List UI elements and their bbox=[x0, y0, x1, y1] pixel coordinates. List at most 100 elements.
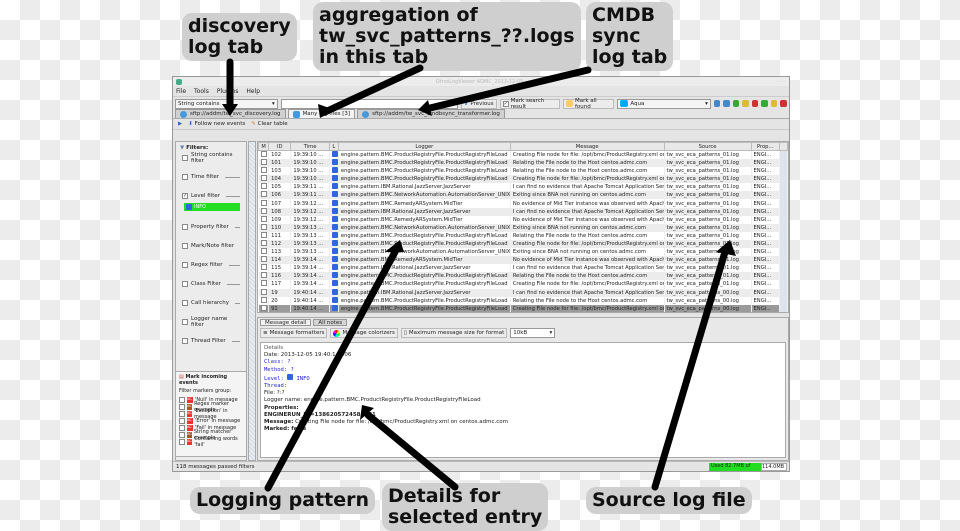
scroll-cell[interactable] bbox=[779, 239, 788, 249]
column-menu-icon[interactable] bbox=[778, 142, 788, 151]
table-row[interactable]: 91 19:40:14 ... engine.pattern.BMC.Product… bbox=[258, 304, 788, 312]
mark-cell[interactable] bbox=[258, 183, 270, 192]
table-row[interactable]: 20 19:40:14 ... engine.pattern.BMC.Product… bbox=[258, 296, 788, 305]
column-header[interactable]: Message bbox=[509, 142, 665, 151]
play-icon[interactable]: ▶ bbox=[178, 121, 182, 127]
table-row[interactable]: 111 19:39:13 ... engine.pattern.BMC.Produc… bbox=[258, 231, 788, 240]
table-row[interactable]: 102 19:39:10 ... engine.pattern.BMC.Produc… bbox=[258, 150, 788, 159]
mark-cell[interactable] bbox=[258, 215, 270, 224]
table-row[interactable]: 106 19:39:11 ... engine.pattern.BMC.Networ… bbox=[258, 191, 788, 200]
checkbox[interactable] bbox=[260, 191, 267, 198]
tab-discovery-log[interactable]: sftp://addm/tw_svc_discovery.log bbox=[175, 109, 286, 118]
sort-yellow-icon[interactable] bbox=[742, 100, 749, 107]
filter-item[interactable]: Time filter bbox=[176, 173, 246, 181]
checkbox[interactable] bbox=[182, 174, 188, 180]
checkbox[interactable] bbox=[260, 248, 267, 255]
column-header[interactable]: ID bbox=[268, 142, 292, 151]
follow-events-button[interactable]: ⬇ Follow new events bbox=[188, 121, 245, 127]
checkbox[interactable] bbox=[260, 280, 267, 287]
mark-cell[interactable] bbox=[258, 175, 270, 184]
checkbox[interactable] bbox=[260, 199, 267, 206]
checkbox[interactable] bbox=[179, 438, 185, 445]
mark-cell[interactable] bbox=[258, 207, 270, 216]
scroll-cell[interactable] bbox=[779, 150, 788, 159]
scroll-cell[interactable] bbox=[779, 256, 788, 265]
scroll-cell[interactable] bbox=[779, 296, 788, 305]
mark-cell[interactable] bbox=[258, 199, 270, 208]
scroll-cell[interactable] bbox=[779, 288, 788, 297]
checkbox[interactable] bbox=[182, 300, 188, 306]
table-row[interactable]: 19 19:40:14 ... engine.pattern.IBM.Rationa… bbox=[258, 288, 788, 297]
mark-all-found-button[interactable]: Mark all found bbox=[563, 98, 615, 110]
filter-item[interactable]: Thread Filter bbox=[176, 337, 246, 345]
color-select[interactable]: Aqua ▾ bbox=[617, 98, 711, 109]
marker-item[interactable]: AC Containing words 'fail' bbox=[176, 436, 246, 448]
mark-cell[interactable] bbox=[258, 288, 270, 297]
filter-item[interactable]: Property filter bbox=[176, 223, 246, 231]
table-row[interactable]: 108 19:39:12 ... engine.pattern.IBM.Ration… bbox=[258, 207, 788, 216]
tab-message-detail[interactable]: Message detail bbox=[260, 319, 312, 326]
checkbox[interactable] bbox=[260, 167, 267, 174]
checkbox[interactable] bbox=[179, 403, 185, 410]
scroll-cell[interactable] bbox=[779, 183, 788, 192]
checkbox[interactable] bbox=[182, 155, 188, 161]
filter-item[interactable]: Mark/Note filter bbox=[176, 242, 246, 250]
marker-item[interactable]: AC 'Error' in message bbox=[176, 417, 246, 424]
table-row[interactable]: 114 19:39:14 ... engine.pattern.BMC.Remedy… bbox=[258, 256, 788, 265]
column-header[interactable]: Logger bbox=[337, 142, 511, 151]
clear-table-button[interactable]: ✎ Clear table bbox=[251, 121, 287, 127]
column-header[interactable]: Time bbox=[290, 142, 330, 151]
table-row[interactable]: 103 19:39:10 ... engine.pattern.BMC.Produc… bbox=[258, 167, 788, 176]
scroll-cell[interactable] bbox=[779, 199, 788, 208]
message-formatters-button[interactable]: ≡ Message formatters bbox=[260, 328, 328, 338]
tab-all-notes[interactable]: All notes bbox=[313, 319, 348, 326]
filter-item[interactable]: String contains filter bbox=[176, 152, 246, 164]
mark-cell[interactable] bbox=[258, 167, 270, 176]
column-header[interactable]: Prop... bbox=[750, 142, 780, 151]
mark-cell[interactable] bbox=[258, 256, 270, 265]
checkbox[interactable] bbox=[179, 431, 185, 438]
checkbox[interactable] bbox=[260, 239, 267, 246]
checkbox[interactable] bbox=[182, 319, 188, 325]
table-row[interactable]: 116 19:39:14 ... engine.pattern.BMC.Produc… bbox=[258, 272, 788, 281]
previous-button[interactable]: ⬆ Previous bbox=[460, 98, 497, 109]
checkbox[interactable] bbox=[182, 243, 188, 249]
checkbox[interactable] bbox=[260, 296, 267, 303]
sort-red-icon[interactable] bbox=[751, 100, 759, 107]
level-filter-value[interactable]: INFO bbox=[184, 203, 240, 211]
table-row[interactable]: 105 19:39:11 ... engine.pattern.IBM.Ration… bbox=[258, 183, 788, 192]
mark-cell[interactable] bbox=[258, 159, 270, 168]
table-row[interactable]: 113 19:39:13 ... engine.pattern.BMC.Networ… bbox=[258, 248, 788, 257]
menu-plugins[interactable]: Plugins bbox=[217, 88, 239, 95]
checkbox[interactable] bbox=[260, 304, 267, 311]
max-size-select[interactable]: 10kB ▾ bbox=[510, 328, 556, 338]
mark-cell[interactable] bbox=[258, 239, 270, 249]
checkbox[interactable] bbox=[260, 288, 267, 295]
marker-item[interactable]: AC 'Exception' in message bbox=[176, 408, 246, 420]
checkbox[interactable] bbox=[260, 183, 267, 190]
table-row[interactable]: 107 19:39:12 ... engine.pattern.BMC.Remedy… bbox=[258, 199, 788, 208]
checkbox[interactable] bbox=[260, 215, 267, 222]
scroll-cell[interactable] bbox=[779, 264, 788, 273]
mark-cell[interactable] bbox=[258, 280, 270, 289]
table-row[interactable]: 110 19:39:13 ... engine.pattern.BMC.Networ… bbox=[258, 223, 788, 232]
tab-cmdbsync-log[interactable]: sftp://addm/tw_svc_cmdbsync_transformer.… bbox=[357, 109, 505, 118]
checkbox[interactable] bbox=[182, 281, 188, 287]
checkbox[interactable] bbox=[260, 231, 267, 238]
table-row[interactable]: 112 19:39:13 ... engine.pattern.BMC.Produc… bbox=[258, 239, 788, 249]
window-controls-icon[interactable]: ◦◦◦ bbox=[777, 79, 786, 85]
mark-cell[interactable] bbox=[258, 231, 270, 240]
scroll-cell[interactable] bbox=[779, 175, 788, 184]
filter-item[interactable]: Logger name filter bbox=[176, 316, 246, 328]
checkbox[interactable] bbox=[260, 264, 267, 271]
checkbox[interactable] bbox=[260, 175, 267, 182]
checkbox[interactable] bbox=[182, 224, 188, 230]
splitter-scrollbar[interactable] bbox=[248, 141, 256, 461]
checkbox[interactable] bbox=[179, 410, 185, 417]
checkbox[interactable]: ✓ bbox=[182, 193, 188, 199]
tab-many-log-files[interactable]: Many log files [3] bbox=[287, 109, 356, 118]
table-row[interactable]: 109 19:39:12 ... engine.pattern.BMC.Remedy… bbox=[258, 215, 788, 224]
checkbox[interactable] bbox=[179, 396, 185, 403]
mark-cell[interactable] bbox=[258, 248, 270, 257]
mark-cell[interactable] bbox=[258, 304, 270, 312]
